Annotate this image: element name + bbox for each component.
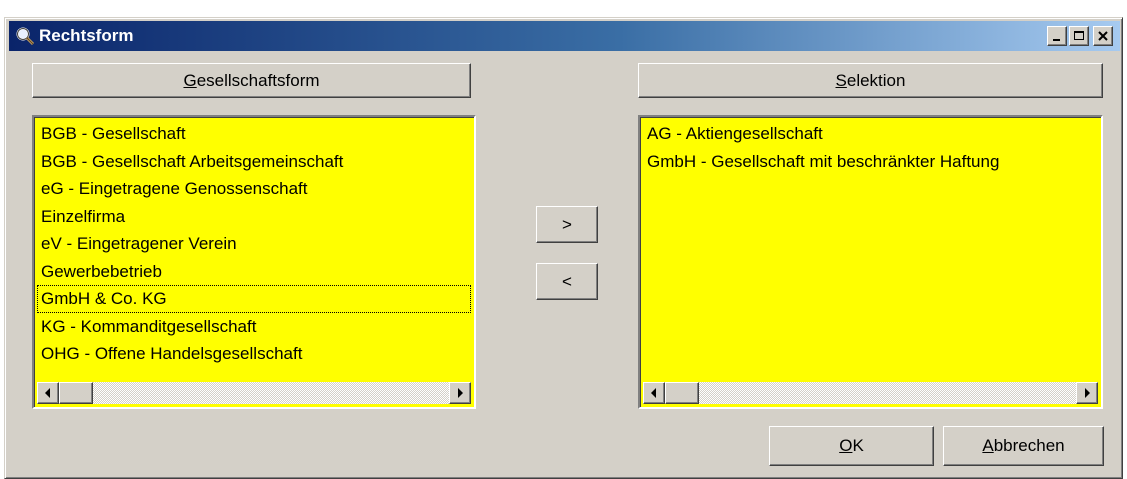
add-to-selection-button[interactable]: > xyxy=(536,206,598,243)
ok-label-rest: K xyxy=(852,436,864,455)
scroll-thumb[interactable] xyxy=(59,382,93,404)
list-item[interactable]: BGB - Gesellschaft xyxy=(37,120,471,148)
list-item[interactable]: KG - Kommanditgesellschaft xyxy=(37,313,471,341)
arrow-right-icon xyxy=(458,388,463,398)
list-item[interactable]: BGB - Gesellschaft Arbeitsgemeinschaft xyxy=(37,148,471,176)
title-bar[interactable]: Rechtsform xyxy=(9,21,1120,51)
maximize-button[interactable] xyxy=(1069,26,1089,46)
header-label-rest: elektion xyxy=(846,70,906,90)
list-item[interactable]: OHG - Offene Handelsgesellschaft xyxy=(37,340,471,368)
scroll-thumb[interactable] xyxy=(665,382,699,404)
cancel-label-rest: bbrechen xyxy=(993,436,1065,455)
minimize-icon xyxy=(1053,39,1060,41)
arrow-left-icon xyxy=(45,388,50,398)
scroll-right-button[interactable] xyxy=(449,382,471,404)
cancel-button[interactable]: Abbrechen xyxy=(943,426,1104,466)
header-mnemonic: S xyxy=(835,70,847,90)
available-forms-header-button[interactable]: Gesellschaftsform xyxy=(32,63,471,98)
scroll-left-button[interactable] xyxy=(643,382,665,404)
ok-button[interactable]: OK xyxy=(769,426,934,466)
list-item[interactable]: GmbH - Gesellschaft mit beschränkter Haf… xyxy=(643,148,1098,176)
ok-mnemonic: O xyxy=(839,436,853,455)
window-title: Rechtsform xyxy=(39,26,134,45)
list-item[interactable]: eV - Eingetragener Verein xyxy=(37,230,471,258)
list-item[interactable]: AG - Aktiengesellschaft xyxy=(643,120,1098,148)
arrow-right-icon xyxy=(1085,388,1090,398)
scroll-right-button[interactable] xyxy=(1076,382,1098,404)
cancel-mnemonic: A xyxy=(982,436,994,455)
list-item[interactable]: Gewerbebetrieb xyxy=(37,258,471,286)
minimize-button[interactable] xyxy=(1047,26,1067,46)
horizontal-scrollbar[interactable] xyxy=(37,382,471,404)
scroll-left-button[interactable] xyxy=(37,382,59,404)
list-item[interactable]: GmbH & Co. KG xyxy=(37,285,471,313)
magnifier-icon xyxy=(15,26,35,46)
available-forms-list[interactable]: BGB - Gesellschaft BGB - Gesellschaft Ar… xyxy=(32,115,476,409)
arrow-left-icon xyxy=(651,388,656,398)
selection-header-button[interactable]: Selektion xyxy=(638,63,1103,98)
rechtsform-dialog: Rechtsform Gesellschaftsform Selektion B… xyxy=(4,17,1123,479)
close-button[interactable] xyxy=(1093,26,1113,46)
remove-from-selection-button[interactable]: < xyxy=(536,263,598,300)
list-item[interactable]: Einzelfirma xyxy=(37,203,471,231)
close-icon xyxy=(1098,31,1108,41)
horizontal-scrollbar[interactable] xyxy=(643,382,1098,404)
maximize-icon xyxy=(1074,31,1084,40)
header-mnemonic: G xyxy=(183,70,197,90)
header-label-rest: esellschaftsform xyxy=(196,70,320,90)
selection-list[interactable]: AG - Aktiengesellschaft GmbH - Gesellsch… xyxy=(638,115,1103,409)
list-item[interactable]: eG - Eingetragene Genossenschaft xyxy=(37,175,471,203)
